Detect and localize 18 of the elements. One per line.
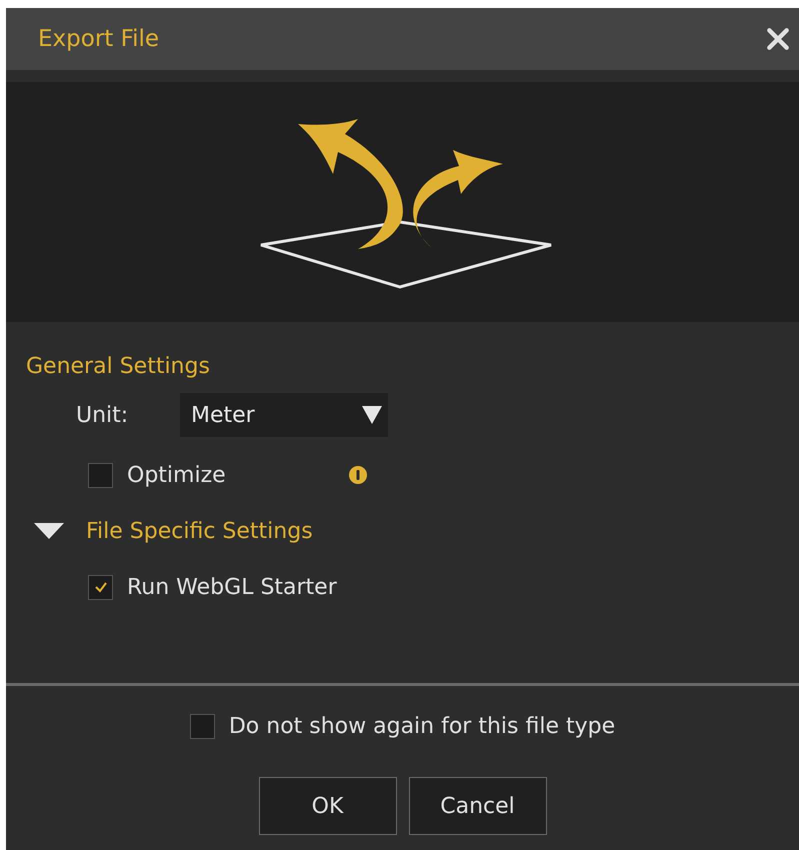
checkbox-label: Run WebGL Starter	[127, 574, 337, 600]
checkbox-label: Optimize	[127, 462, 226, 488]
checkbox[interactable]	[190, 714, 215, 739]
close-icon[interactable]	[765, 26, 791, 52]
checkbox[interactable]	[88, 574, 113, 600]
check-icon	[94, 580, 108, 594]
dropdown-arrow-icon	[362, 406, 382, 424]
checkbox[interactable]	[88, 462, 113, 488]
window-title: Export File	[38, 26, 160, 52]
checkbox-label: Do not show again for this file type	[228, 714, 616, 739]
section-heading: General Settings	[26, 354, 211, 379]
section-heading: File Specific Settings	[86, 518, 313, 544]
info-icon[interactable]	[348, 465, 368, 485]
unit-label: Unit:	[76, 402, 130, 428]
unit-dropdown[interactable]: Meter	[180, 393, 388, 437]
ok-button[interactable]: OK	[258, 777, 396, 835]
cancel-button[interactable]: Cancel	[408, 777, 546, 835]
expand-arrow-icon[interactable]	[34, 523, 64, 539]
